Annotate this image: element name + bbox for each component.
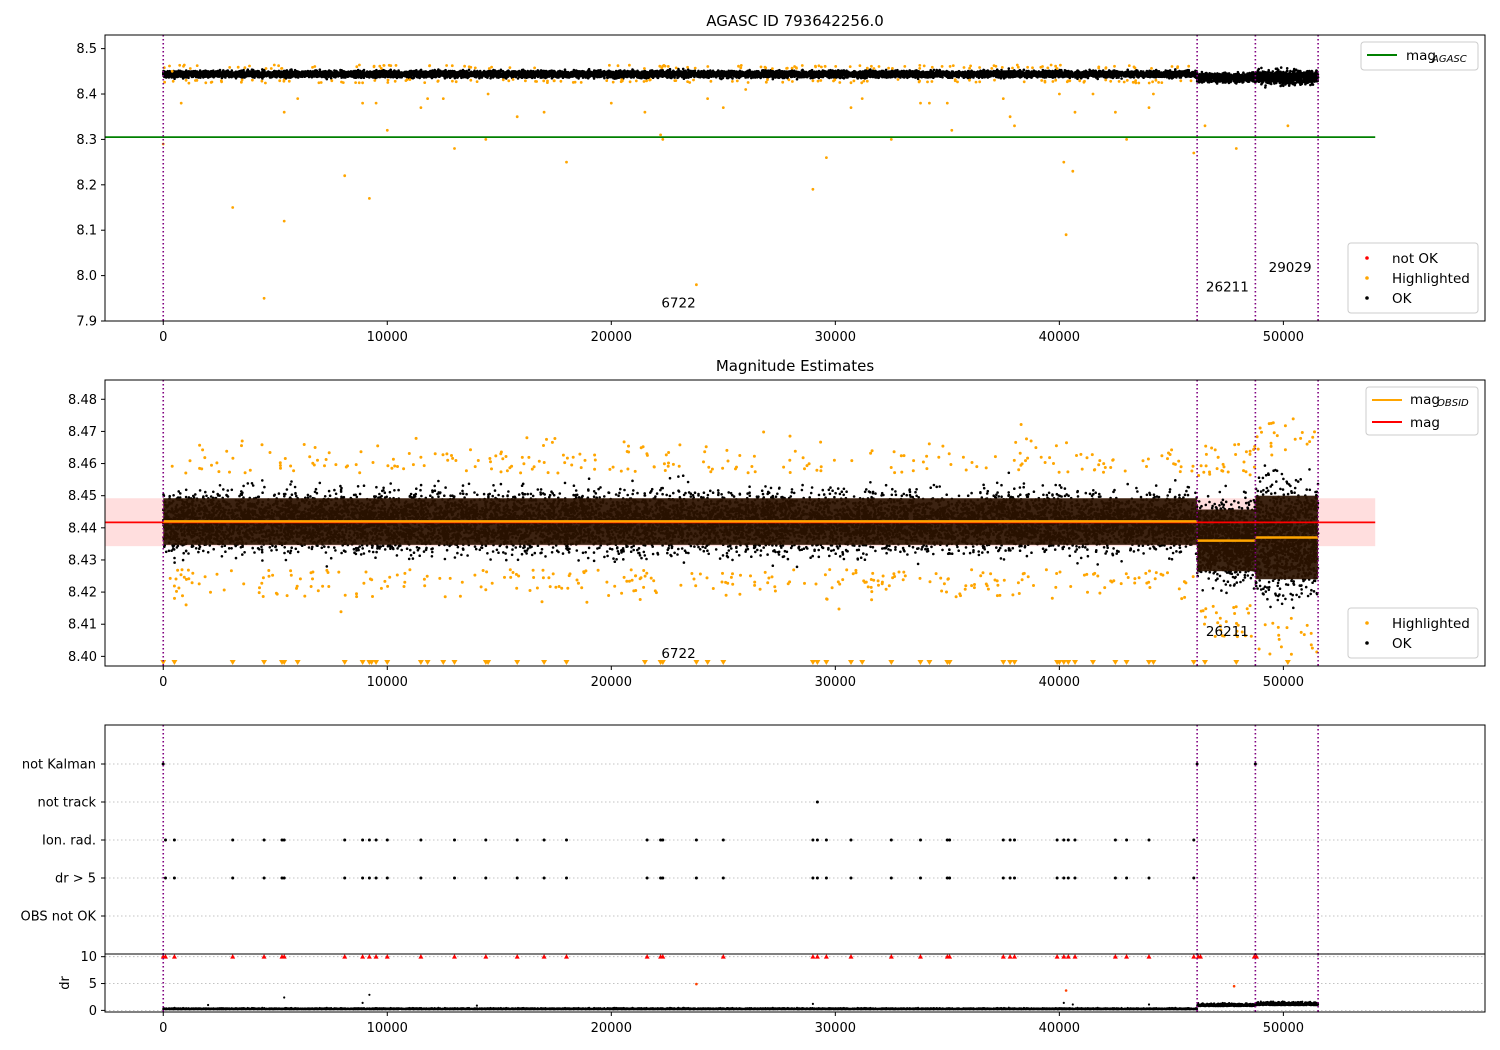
panel-flags: not Kalman not track Ion. rad. dr > 5 OBS no… (21, 724, 1486, 955)
legend-label: Highlighted (1392, 616, 1470, 632)
legend-label: not OK (1392, 251, 1439, 267)
x-tick-label: 40000 (1039, 1021, 1080, 1036)
flag-points (164, 876, 1196, 880)
dr-red-points (695, 982, 1236, 992)
legend-points: not OK Highlighted OK (1347, 242, 1479, 314)
ok-points (162, 66, 1320, 89)
legend-marker (1365, 296, 1369, 300)
y-tick-label: 10 (80, 950, 97, 965)
y-tick-label: 8.5 (76, 42, 97, 57)
flag-category-label: OBS not OK (21, 910, 97, 925)
x-tick-label: 40000 (1039, 330, 1080, 345)
legend-marker (1365, 621, 1369, 625)
legend-label: OK (1392, 291, 1413, 307)
legend-lines: magOBSIDmag (1365, 386, 1479, 436)
y-tick-label: 8.46 (68, 457, 97, 472)
obsid-annotation: 6722 (661, 646, 695, 662)
y-tick-label: 8.44 (68, 521, 97, 536)
x-tick-label: 10000 (367, 330, 408, 345)
obsid-annotation: 26211 (1206, 624, 1249, 640)
flag-category-label: dr > 5 (55, 872, 96, 887)
axes-frame (104, 724, 1486, 955)
chart-title: Magnitude Estimates (716, 357, 874, 375)
x-tick-label: 30000 (815, 1021, 856, 1036)
y-tick-label: 8.2 (76, 178, 97, 193)
y-tick-label: 8.45 (68, 489, 97, 504)
y-tick-label: 5 (89, 977, 97, 992)
x-tick-label: 30000 (815, 675, 856, 690)
y-tick-label: 8.43 (68, 553, 97, 568)
flag-category-label: not Kalman (22, 758, 96, 773)
legend-label-subscript: AGASC (1431, 54, 1467, 65)
panel-agasc: AGASC ID 793642256.0 6722 26211 29029 0 10000… (76, 12, 1486, 345)
y-tick-label: 8.3 (76, 133, 97, 148)
legend-label-mag: mag (1410, 415, 1440, 431)
flag-points (164, 838, 1196, 842)
obsid-annotation: 6722 (661, 295, 695, 311)
chart-title: AGASC ID 793642256.0 (706, 12, 884, 30)
obsid-annotation: 29029 (1269, 260, 1312, 276)
x-tick-label: 30000 (815, 330, 856, 345)
lower-limit-markers (160, 660, 1291, 665)
legend-marker (1365, 256, 1369, 260)
x-tick-label: 50000 (1263, 675, 1304, 690)
y-tick-label: 8.0 (76, 269, 97, 284)
x-tick-label: 20000 (591, 330, 632, 345)
y-tick-label: 8.42 (68, 586, 97, 601)
panel-dr: 0 10000 20000 30000 40000 50000 0 5 10 dr (58, 950, 1486, 1036)
legend-marker (1365, 641, 1369, 645)
figure: AGASC ID 793642256.0672226211290290 10000… (21, 12, 1486, 1036)
x-tick-label: 20000 (591, 675, 632, 690)
dr-points (162, 993, 1320, 1011)
x-tick-label: 0 (159, 330, 167, 345)
x-tick-label: 0 (159, 1021, 167, 1036)
y-tick-label: 8.41 (68, 618, 97, 633)
panel-magnitude-estimates: Magnitude Estimates 6722 26211 0 10000 20000 3… (68, 357, 1486, 690)
legend-points: Highlighted OK (1347, 607, 1479, 659)
y-tick-label: 7.9 (76, 315, 97, 330)
y-tick-label: 8.4 (76, 88, 97, 103)
y-tick-label: 8.1 (76, 224, 97, 239)
x-tick-label: 10000 (367, 1021, 408, 1036)
legend-marker (1365, 276, 1369, 280)
x-tick-label: 50000 (1263, 1021, 1304, 1036)
legend-label: Highlighted (1392, 271, 1470, 287)
y-tick-label: 8.47 (68, 425, 97, 440)
dr-axis-label: dr (58, 976, 73, 990)
legend-label-mag-obsid: mag (1410, 392, 1440, 408)
highlighted-points (161, 63, 1290, 300)
obsid-annotation: 26211 (1206, 279, 1249, 295)
y-tick-label: 8.40 (68, 650, 97, 665)
x-tick-label: 20000 (591, 1021, 632, 1036)
legend-lines: magAGASC (1360, 41, 1479, 71)
legend-label-subscript: OBSID (1437, 398, 1469, 409)
y-tick-label: 8.48 (68, 393, 97, 408)
x-tick-label: 0 (159, 675, 167, 690)
x-tick-label: 50000 (1263, 330, 1304, 345)
flag-category-label: Ion. rad. (42, 834, 96, 849)
flag-points (815, 800, 819, 804)
x-tick-label: 10000 (367, 675, 408, 690)
flag-category-label: not track (37, 796, 96, 811)
y-tick-label: 0 (89, 1004, 97, 1019)
legend-label: OK (1392, 636, 1413, 652)
x-tick-label: 40000 (1039, 675, 1080, 690)
